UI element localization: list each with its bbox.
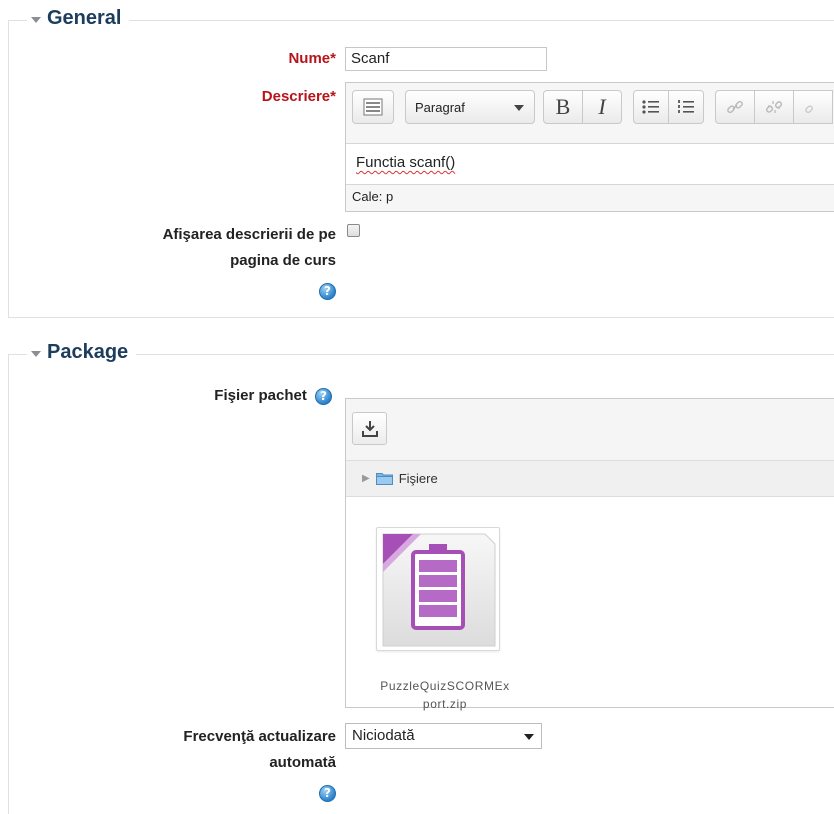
package-legend-title: Package	[47, 341, 129, 363]
file-name[interactable]: PuzzleQuizSCORMEx port.zip	[360, 677, 530, 713]
required-star: *	[330, 50, 336, 67]
italic-icon: I	[598, 94, 606, 119]
help-icon[interactable]: ?	[319, 784, 336, 802]
required-star: *	[330, 88, 336, 105]
help-wrapper: ?	[183, 780, 336, 806]
show-description-label-line1: Afişarea descrierii de pe	[162, 226, 336, 243]
general-legend[interactable]: General	[27, 7, 130, 30]
file-picker: ▶ Fişiere PuzzleQuizSCORMEx port.zip	[345, 398, 834, 711]
expand-arrow-icon[interactable]: ▶	[362, 473, 370, 484]
editor-toolbar: Paragraf B I	[346, 83, 834, 143]
unlink-icon	[765, 101, 783, 113]
link-icon	[727, 100, 743, 114]
editor-content-text: Functia scanf()	[356, 154, 456, 171]
link-button[interactable]	[715, 90, 755, 124]
chevron-down-icon	[31, 16, 41, 23]
paragraph-format-select[interactable]: Paragraf	[405, 90, 535, 124]
update-frequency-value: Niciodată	[352, 727, 415, 744]
show-description-checkbox[interactable]	[347, 224, 360, 237]
chevron-down-icon	[524, 734, 534, 740]
description-label: Descriere*	[262, 86, 336, 108]
toolbar-toggle-icon	[363, 98, 383, 116]
update-frequency-label-line1: Frecvenţă actualizare	[183, 728, 336, 745]
update-frequency-label-line2: automată	[269, 754, 336, 771]
package-legend[interactable]: Package	[27, 341, 137, 364]
show-description-label: Afişarea descrierii de pe pagina de curs…	[163, 222, 336, 304]
italic-button[interactable]: I	[582, 90, 622, 124]
file-picker-path: ▶ Fişiere	[346, 461, 834, 497]
bold-button[interactable]: B	[543, 90, 583, 124]
file-item[interactable]	[376, 527, 500, 651]
help-icon[interactable]: ?	[319, 282, 336, 300]
file-name-line1: PuzzleQuizSCORMEx	[380, 679, 510, 693]
name-label: Nume*	[288, 48, 336, 70]
help-icon[interactable]: ?	[315, 387, 332, 405]
bold-icon: B	[555, 94, 571, 119]
description-label-text: Descriere	[261, 88, 331, 105]
package-file-label: Fişier pachet ?	[214, 385, 332, 407]
toolbar-toggle-button[interactable]	[352, 90, 394, 124]
more-button[interactable]	[793, 90, 833, 124]
upload-button[interactable]	[352, 412, 387, 445]
file-picker-path-label[interactable]: Fişiere	[399, 471, 438, 486]
unlink-button[interactable]	[754, 90, 794, 124]
link-icon	[805, 105, 813, 114]
chevron-down-icon	[514, 105, 524, 111]
paragraph-format-label: Paragraf	[415, 99, 465, 115]
update-frequency-select[interactable]: Niciodată	[345, 723, 542, 749]
help-wrapper: ?	[163, 278, 336, 304]
file-picker-toolbar	[346, 399, 834, 461]
package-file-label-text: Fişier pachet	[214, 387, 307, 404]
bullet-list-icon	[642, 100, 659, 114]
show-description-label-line2: pagina de curs	[230, 252, 336, 269]
editor-content-area[interactable]: Functia scanf()	[346, 143, 834, 185]
general-legend-title: General	[47, 7, 122, 29]
zip-file-icon	[382, 533, 496, 647]
upload-icon	[361, 420, 378, 437]
name-label-text: Nume	[288, 50, 331, 67]
numbered-list-button[interactable]	[668, 90, 704, 124]
folder-icon	[375, 473, 393, 485]
file-name-line2: port.zip	[422, 697, 468, 711]
description-editor: Paragraf B I Functia scanf() Cale: p	[345, 82, 834, 212]
chevron-down-icon	[31, 350, 41, 357]
numbered-list-icon	[678, 100, 694, 113]
update-frequency-label: Frecvenţă actualizare automată ?	[183, 724, 336, 806]
bullet-list-button[interactable]	[633, 90, 669, 124]
editor-path: Cale: p	[352, 189, 394, 204]
name-input[interactable]: Scanf	[345, 47, 547, 71]
